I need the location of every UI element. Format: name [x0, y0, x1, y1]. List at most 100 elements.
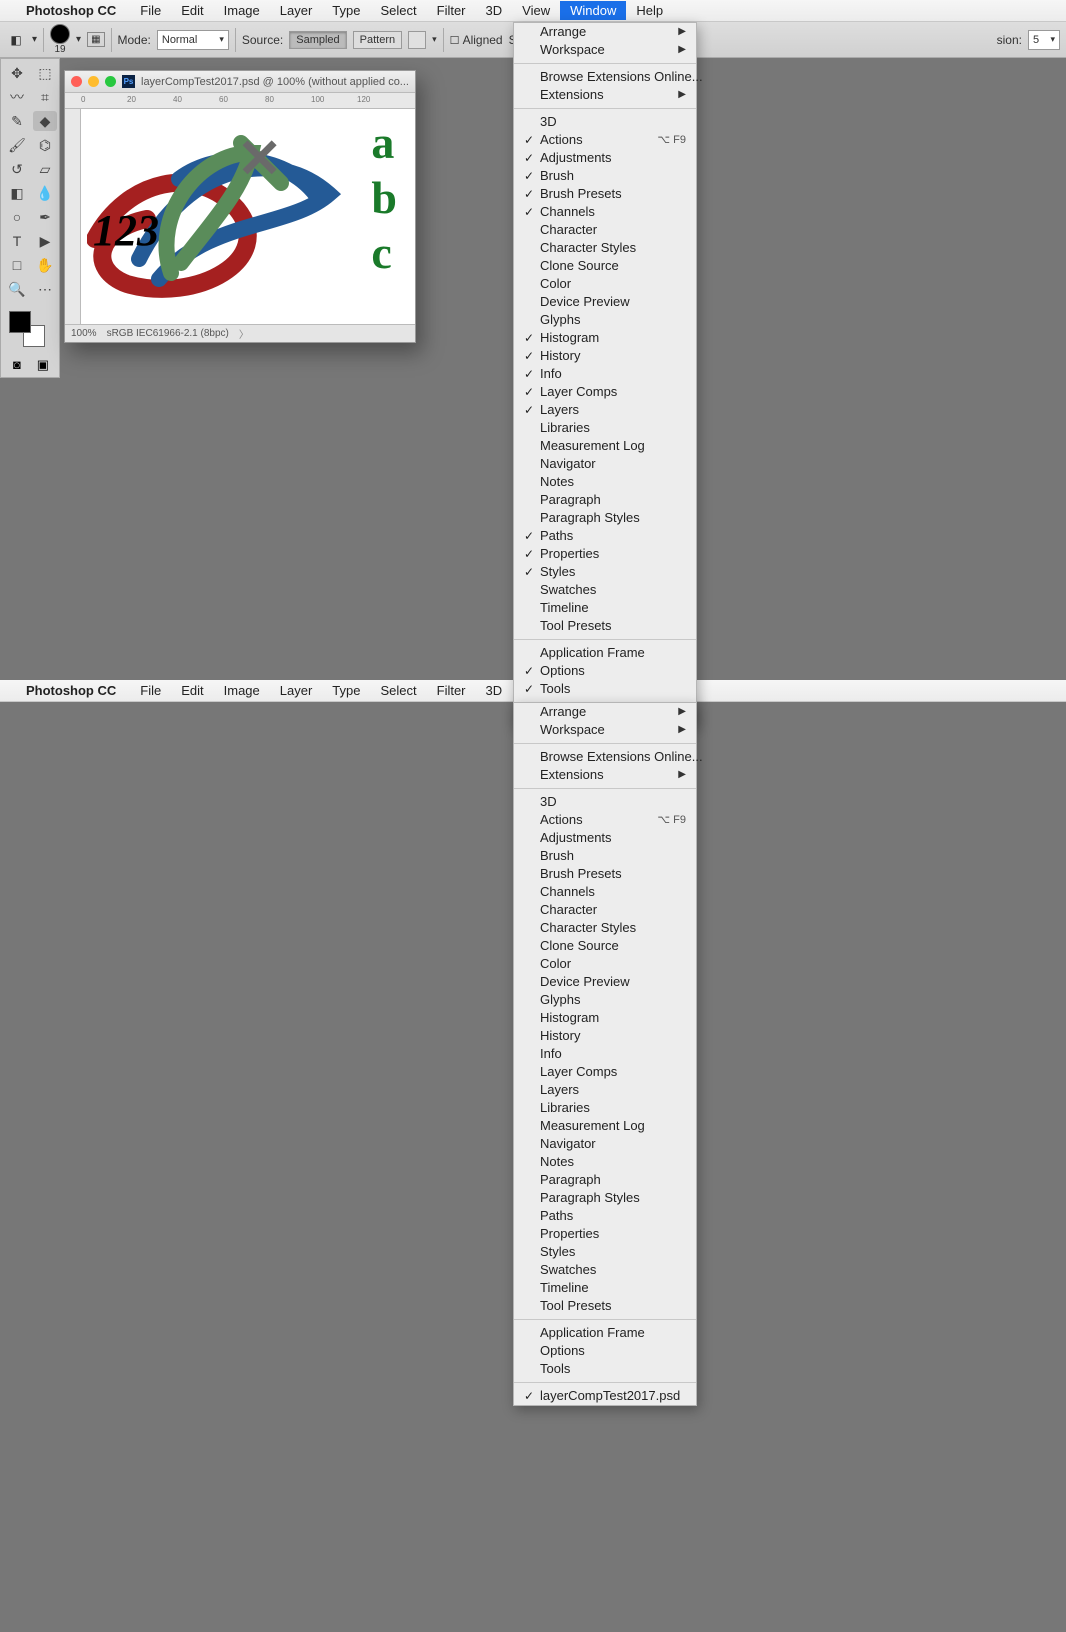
menu-item-layer-comps[interactable]: Layer Comps — [514, 1063, 696, 1081]
menu-item-paragraph-styles[interactable]: Paragraph Styles — [514, 509, 696, 527]
menu-item-character-styles[interactable]: Character Styles — [514, 919, 696, 937]
menu-item-brush[interactable]: ✓Brush — [514, 167, 696, 185]
menu-item-character[interactable]: Character — [514, 901, 696, 919]
menu-item-timeline[interactable]: Timeline — [514, 1279, 696, 1297]
close-icon[interactable] — [71, 76, 82, 87]
status-arrow-icon[interactable]: 〉 — [239, 326, 249, 341]
menu-item-character-styles[interactable]: Character Styles — [514, 239, 696, 257]
rectangle-tool[interactable]: □ — [5, 255, 29, 275]
edit-toolbar-icon[interactable]: ⋯ — [33, 279, 57, 299]
menu-file[interactable]: File — [130, 681, 171, 700]
menu-item-arrange[interactable]: Arrange▶ — [514, 703, 696, 721]
menu-item-3d[interactable]: 3D — [514, 113, 696, 131]
menu-item-swatches[interactable]: Swatches — [514, 1261, 696, 1279]
eraser-tool[interactable]: ▱ — [33, 159, 57, 179]
menu-item-glyphs[interactable]: Glyphs — [514, 311, 696, 329]
menu-item-swatches[interactable]: Swatches — [514, 581, 696, 599]
menu-item-paths[interactable]: Paths — [514, 1207, 696, 1225]
menu-item-paragraph[interactable]: Paragraph — [514, 1171, 696, 1189]
menu-item-options[interactable]: Options — [514, 1342, 696, 1360]
menu-item-clone-source[interactable]: Clone Source — [514, 257, 696, 275]
source-pattern-button[interactable]: Pattern — [353, 31, 402, 49]
aligned-checkbox[interactable]: Aligned — [450, 33, 503, 47]
minimize-icon[interactable] — [88, 76, 99, 87]
color-swatch[interactable] — [5, 303, 57, 347]
menu-item-application-frame[interactable]: Application Frame — [514, 1324, 696, 1342]
menu-file[interactable]: File — [130, 1, 171, 20]
move-tool[interactable]: ✥ — [5, 63, 29, 83]
menu-item-extensions[interactable]: Extensions▶ — [514, 766, 696, 784]
menu-item-history[interactable]: ✓History — [514, 347, 696, 365]
brush-panel-icon[interactable]: ▦ — [87, 32, 104, 47]
menu-item-paths[interactable]: ✓Paths — [514, 527, 696, 545]
stamp-tool[interactable]: ⌬ — [33, 135, 57, 155]
menu-item-styles[interactable]: Styles — [514, 1243, 696, 1261]
history-brush-tool[interactable]: ↺ — [5, 159, 29, 179]
menu-filter[interactable]: Filter — [427, 681, 476, 700]
menu-item-color[interactable]: Color — [514, 275, 696, 293]
menu-filter[interactable]: Filter — [427, 1, 476, 20]
quick-mask-icon[interactable]: ◙ — [13, 357, 21, 373]
menu-item-tools[interactable]: ✓Tools — [514, 680, 696, 698]
menu-item-brush-presets[interactable]: Brush Presets — [514, 865, 696, 883]
menu-view[interactable]: View — [512, 1, 560, 20]
app-name[interactable]: Photoshop CC — [26, 683, 116, 698]
menu-item-channels[interactable]: Channels — [514, 883, 696, 901]
pen-tool[interactable]: ✒ — [33, 207, 57, 227]
pattern-swatch[interactable] — [408, 31, 426, 49]
menu-item-notes[interactable]: Notes — [514, 473, 696, 491]
menu-item-tool-presets[interactable]: Tool Presets — [514, 617, 696, 635]
lasso-tool[interactable]: 〰 — [5, 87, 29, 107]
menu-item-browse-extensions-online[interactable]: Browse Extensions Online... — [514, 748, 696, 766]
menu-item-channels[interactable]: ✓Channels — [514, 203, 696, 221]
menu-item-actions[interactable]: Actions⌥ F9 — [514, 811, 696, 829]
ruler-vertical[interactable] — [65, 109, 81, 324]
marquee-tool[interactable]: ⬚ — [33, 63, 57, 83]
zoom-window-icon[interactable] — [105, 76, 116, 87]
menu-item-info[interactable]: Info — [514, 1045, 696, 1063]
menu-item-character[interactable]: Character — [514, 221, 696, 239]
menu-image[interactable]: Image — [214, 681, 270, 700]
dodge-tool[interactable]: ○ — [5, 207, 29, 227]
menu-item-device-preview[interactable]: Device Preview — [514, 293, 696, 311]
menu-item-options[interactable]: ✓Options — [514, 662, 696, 680]
menu-item-libraries[interactable]: Libraries — [514, 1099, 696, 1117]
menu-item-properties[interactable]: ✓Properties — [514, 545, 696, 563]
menu-item-styles[interactable]: ✓Styles — [514, 563, 696, 581]
ruler-horizontal[interactable]: 020406080100120 — [65, 93, 415, 109]
menu-item-tool-presets[interactable]: Tool Presets — [514, 1297, 696, 1315]
menu-item-paragraph[interactable]: Paragraph — [514, 491, 696, 509]
hand-tool[interactable]: ✋ — [33, 255, 57, 275]
menu-item-workspace[interactable]: Workspace▶ — [514, 41, 696, 59]
menu-select[interactable]: Select — [370, 681, 426, 700]
mode-select[interactable]: Normal▾ — [157, 30, 229, 50]
menu-item-brush-presets[interactable]: ✓Brush Presets — [514, 185, 696, 203]
menu-item-clone-source[interactable]: Clone Source — [514, 937, 696, 955]
menu-edit[interactable]: Edit — [171, 1, 213, 20]
menu-item-histogram[interactable]: Histogram — [514, 1009, 696, 1027]
menu-item-brush[interactable]: Brush — [514, 847, 696, 865]
menu-item-layers[interactable]: Layers — [514, 1081, 696, 1099]
canvas[interactable]: ✕ 123 abc — [81, 109, 415, 324]
blur-tool[interactable]: 💧 — [33, 183, 57, 203]
menu-type[interactable]: Type — [322, 681, 370, 700]
path-select-tool[interactable]: ▶ — [33, 231, 57, 251]
status-zoom[interactable]: 100% — [71, 328, 97, 339]
screen-mode-icon[interactable]: ▣ — [37, 357, 49, 373]
menu-item-application-frame[interactable]: Application Frame — [514, 644, 696, 662]
brush-preview-icon[interactable] — [50, 24, 70, 44]
menu-image[interactable]: Image — [214, 1, 270, 20]
menu-item-properties[interactable]: Properties — [514, 1225, 696, 1243]
menu-item-layers[interactable]: ✓Layers — [514, 401, 696, 419]
menu-item-libraries[interactable]: Libraries — [514, 419, 696, 437]
brush-tool[interactable]: 🖌 — [5, 135, 29, 155]
menu-item-actions[interactable]: ✓Actions⌥ F9 — [514, 131, 696, 149]
menu-3d[interactable]: 3D — [476, 681, 513, 700]
menu-item-3d[interactable]: 3D — [514, 793, 696, 811]
type-tool[interactable]: T — [5, 231, 29, 251]
menu-window[interactable]: Window — [560, 1, 626, 20]
app-name[interactable]: Photoshop CC — [26, 3, 116, 18]
menu-item-measurement-log[interactable]: Measurement Log — [514, 437, 696, 455]
diffusion-select[interactable]: 5▾ — [1028, 30, 1060, 50]
menu-item-timeline[interactable]: Timeline — [514, 599, 696, 617]
